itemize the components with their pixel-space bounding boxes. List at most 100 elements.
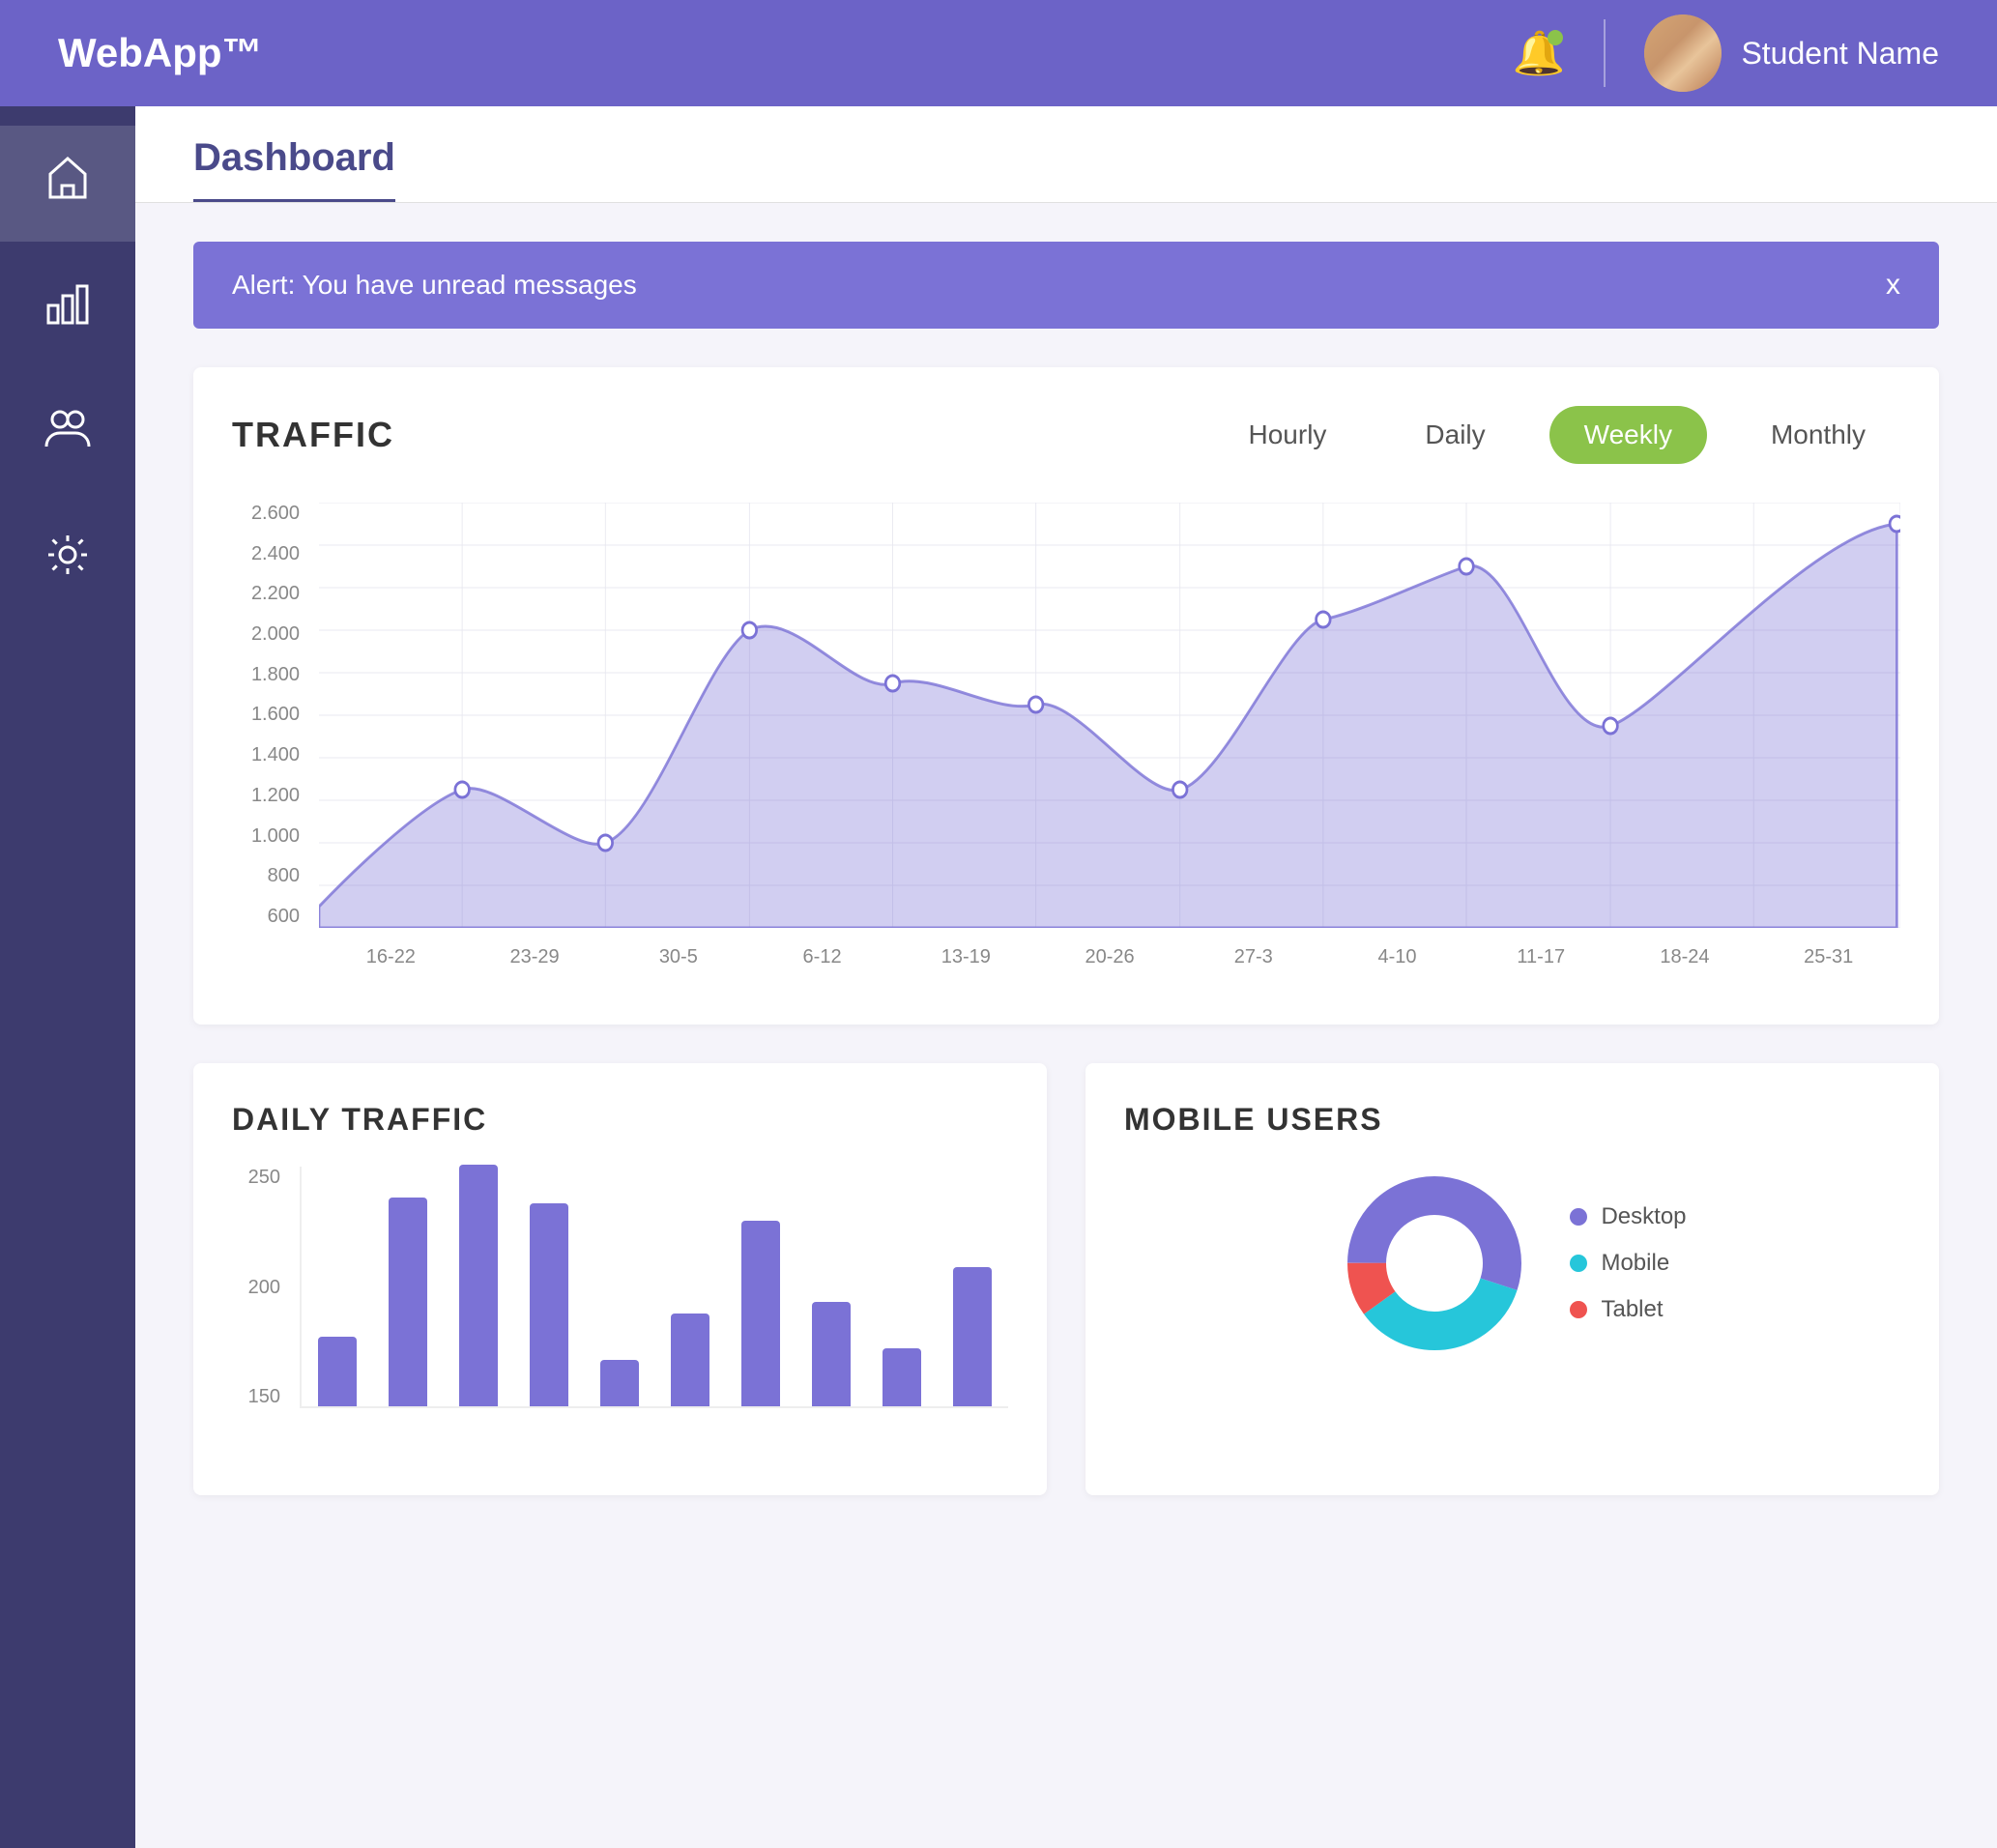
y-label-7: 1.200 bbox=[251, 785, 300, 807]
daily-traffic-section: DAILY TRAFFIC 250 200 150 bbox=[193, 1063, 1047, 1495]
x-label-0: 16-22 bbox=[319, 946, 463, 968]
user-name: Student Name bbox=[1741, 36, 1939, 72]
bar-5 bbox=[671, 1314, 709, 1406]
bar-group-8 bbox=[877, 1348, 928, 1406]
x-label-4: 13-19 bbox=[894, 946, 1038, 968]
sidebar-item-home[interactable] bbox=[0, 126, 135, 242]
x-label-8: 11-17 bbox=[1469, 946, 1613, 968]
page-header: Dashboard bbox=[135, 106, 1997, 203]
bar-4 bbox=[600, 1360, 639, 1406]
donut-container: Desktop Mobile Tablet bbox=[1124, 1167, 1900, 1360]
x-label-7: 4-10 bbox=[1325, 946, 1469, 968]
bar-group-7 bbox=[806, 1302, 857, 1406]
bar-group-6 bbox=[736, 1221, 787, 1406]
bar-y-label-1: 200 bbox=[248, 1277, 280, 1299]
y-label-6: 1.400 bbox=[251, 744, 300, 766]
legend-label-desktop: Desktop bbox=[1601, 1203, 1686, 1230]
bar-group-2 bbox=[452, 1165, 504, 1406]
filter-btn-hourly[interactable]: Hourly bbox=[1214, 406, 1362, 464]
avatar-image bbox=[1644, 14, 1722, 92]
notification-bell[interactable]: 🔔 bbox=[1513, 28, 1566, 78]
mobile-users-section: MOBILE USERS Desktop bbox=[1085, 1063, 1939, 1495]
y-label-0: 2.600 bbox=[251, 503, 300, 525]
y-label-3: 2.000 bbox=[251, 623, 300, 646]
legend-item-desktop: Desktop bbox=[1570, 1203, 1686, 1230]
y-label-2: 2.200 bbox=[251, 583, 300, 605]
user-section: Student Name bbox=[1644, 14, 1939, 92]
sidebar-item-users[interactable] bbox=[0, 377, 135, 493]
traffic-chart: 2.600 2.400 2.200 2.000 1.800 1.600 1.40… bbox=[232, 503, 1900, 986]
filter-btn-monthly[interactable]: Monthly bbox=[1736, 406, 1900, 464]
chart-x-axis: 16-22 23-29 30-5 6-12 13-19 20-26 27-3 4… bbox=[319, 928, 1900, 986]
notification-dot bbox=[1548, 30, 1563, 45]
alert-banner: Alert: You have unread messages x bbox=[193, 242, 1939, 329]
legend-dot-tablet bbox=[1570, 1301, 1587, 1318]
bar-2 bbox=[459, 1165, 498, 1406]
bar-9 bbox=[953, 1267, 992, 1406]
x-label-6: 27-3 bbox=[1181, 946, 1325, 968]
x-label-10: 25-31 bbox=[1756, 946, 1900, 968]
page-title[interactable]: Dashboard bbox=[193, 136, 395, 202]
bar-0 bbox=[318, 1337, 357, 1406]
x-label-1: 23-29 bbox=[463, 946, 607, 968]
y-label-9: 800 bbox=[268, 865, 300, 887]
y-label-10: 600 bbox=[268, 906, 300, 928]
filter-btn-daily[interactable]: Daily bbox=[1390, 406, 1519, 464]
bar-group-1 bbox=[382, 1198, 433, 1406]
daily-traffic-chart: 250 200 150 bbox=[232, 1167, 1008, 1457]
donut-legend: Desktop Mobile Tablet bbox=[1570, 1203, 1686, 1323]
bar-group-0 bbox=[311, 1337, 362, 1406]
y-label-4: 1.800 bbox=[251, 664, 300, 686]
legend-dot-desktop bbox=[1570, 1208, 1587, 1226]
bar-3 bbox=[530, 1203, 568, 1406]
home-icon bbox=[43, 153, 93, 215]
filter-btn-weekly[interactable]: Weekly bbox=[1549, 406, 1707, 464]
header-right: 🔔 Student Name bbox=[1513, 14, 1939, 92]
bottom-row: DAILY TRAFFIC 250 200 150 bbox=[193, 1063, 1939, 1495]
users-icon bbox=[43, 404, 93, 466]
sidebar-item-analytics[interactable] bbox=[0, 251, 135, 367]
bar-1 bbox=[389, 1198, 427, 1406]
chart-svg-area bbox=[319, 503, 1900, 928]
legend-item-mobile: Mobile bbox=[1570, 1250, 1686, 1277]
bar-7 bbox=[812, 1302, 851, 1406]
y-label-5: 1.600 bbox=[251, 704, 300, 726]
avatar bbox=[1644, 14, 1722, 92]
filter-buttons: Hourly Daily Weekly Monthly bbox=[1214, 406, 1901, 464]
legend-item-tablet: Tablet bbox=[1570, 1296, 1686, 1323]
legend-label-tablet: Tablet bbox=[1601, 1296, 1663, 1323]
bar-6 bbox=[741, 1221, 780, 1406]
area-chart-svg bbox=[319, 503, 1900, 928]
traffic-title: TRAFFIC bbox=[232, 415, 394, 455]
y-label-8: 1.000 bbox=[251, 825, 300, 848]
sidebar bbox=[0, 106, 135, 1848]
app-logo: WebApp™ bbox=[58, 30, 263, 76]
bar-group-5 bbox=[664, 1314, 715, 1406]
bar-chart-icon bbox=[43, 278, 93, 340]
traffic-header: TRAFFIC Hourly Daily Weekly Monthly bbox=[232, 406, 1900, 464]
settings-icon bbox=[43, 530, 93, 592]
legend-label-mobile: Mobile bbox=[1601, 1250, 1669, 1277]
bar-y-label-0: 250 bbox=[248, 1167, 280, 1189]
alert-message: Alert: You have unread messages bbox=[232, 270, 637, 301]
x-label-5: 20-26 bbox=[1038, 946, 1182, 968]
mobile-users-title: MOBILE USERS bbox=[1124, 1102, 1900, 1138]
x-label-3: 6-12 bbox=[750, 946, 894, 968]
bar-y-label-2: 150 bbox=[248, 1386, 280, 1408]
bar-group-4 bbox=[593, 1360, 645, 1406]
legend-dot-mobile bbox=[1570, 1255, 1587, 1272]
header-divider bbox=[1604, 19, 1606, 87]
x-label-9: 18-24 bbox=[1613, 946, 1757, 968]
app-header: WebApp™ 🔔 Student Name bbox=[0, 0, 1997, 106]
bar-group-3 bbox=[523, 1203, 574, 1406]
bar-8 bbox=[883, 1348, 921, 1406]
bar-chart-area bbox=[300, 1167, 1008, 1408]
main-layout: Dashboard Alert: You have unread message… bbox=[0, 106, 1997, 1848]
traffic-section: TRAFFIC Hourly Daily Weekly Monthly 2.60… bbox=[193, 367, 1939, 1025]
alert-close-button[interactable]: x bbox=[1886, 269, 1900, 302]
donut-chart bbox=[1338, 1167, 1531, 1360]
sidebar-item-settings[interactable] bbox=[0, 503, 135, 619]
bar-y-axis: 250 200 150 bbox=[232, 1167, 290, 1408]
chart-y-axis: 2.600 2.400 2.200 2.000 1.800 1.600 1.40… bbox=[232, 503, 309, 928]
bar-group-9 bbox=[947, 1267, 998, 1406]
